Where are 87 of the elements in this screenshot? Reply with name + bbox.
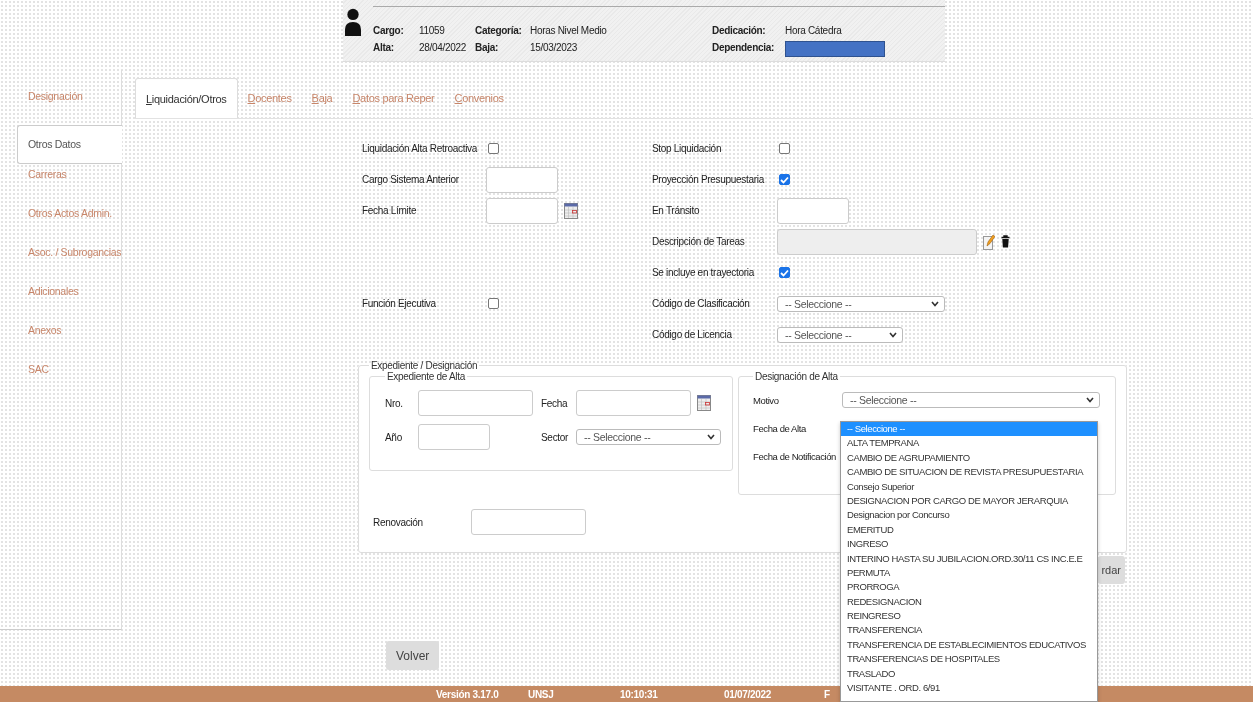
dropdown-option[interactable]: Consejo Superior (841, 479, 1097, 494)
field-label: Alta: (373, 42, 395, 53)
chevron-down-icon (931, 300, 939, 307)
field-label: Año (385, 431, 402, 443)
field-label: Nro. (385, 397, 403, 409)
field-label: Fecha de Notificación (753, 450, 836, 462)
description-field[interactable] (777, 228, 977, 255)
dropdown-option[interactable]: DESIGNACION POR CARGO DE MAYOR JERARQUIA (841, 493, 1097, 509)
calendar-icon[interactable] (564, 202, 578, 219)
checkbox[interactable] (779, 267, 790, 278)
footer-text: 01/07/2022 (724, 688, 773, 700)
dropdown-option[interactable]: VISITANTE . ORD. 6/91 (841, 681, 1097, 696)
date-field[interactable] (576, 390, 691, 416)
check-icon (780, 268, 789, 277)
dropdown-option[interactable]: PERMUTA (841, 565, 1097, 581)
field-label: Proyección Presupuestaria (652, 174, 764, 185)
date-field[interactable] (486, 197, 558, 224)
person-icon (345, 7, 361, 37)
field-value: 11059 (419, 25, 445, 36)
field-label: Dependencia: (712, 42, 775, 53)
field-label: Código de Licencia (652, 329, 732, 340)
chevron-down-icon (889, 331, 897, 338)
input-field[interactable] (486, 166, 558, 193)
field-label: Liquidación Alta Retroactiva (362, 143, 477, 154)
field-label: Motivo (753, 394, 779, 406)
checkbox[interactable] (779, 143, 790, 154)
trash-icon[interactable] (1001, 235, 1010, 248)
input-field[interactable] (418, 424, 490, 450)
field-label: Cargo Sistema Anterior (362, 174, 459, 185)
dropdown-option[interactable]: Designacion por Concurso (841, 508, 1097, 523)
dropdown-option[interactable]: TRANSFERENCIAS DE HOSPITALES (841, 652, 1097, 667)
dropdown-option[interactable]: PRORROGA (841, 580, 1097, 595)
dropdown-option[interactable]: TRANSFERENCIA DE ESTABLECIMIENTOS EDUCATIVOS (841, 637, 1097, 653)
dropdown-option[interactable]: INGRESO (841, 537, 1097, 552)
field-label: Se incluye en trayectoria (652, 267, 754, 278)
field-label: Stop Liquidación (652, 143, 722, 154)
edit-icon[interactable] (983, 233, 995, 250)
footer-text: Versión 3.17.0 (436, 688, 500, 700)
tab[interactable]: Liquidación/Otros (135, 78, 238, 118)
field-value: 28/04/2022 (419, 42, 467, 53)
dropdown-option[interactable]: TRANSFERENCIA (841, 623, 1097, 638)
dropdown-option[interactable]: ALTA TEMPRANA (841, 436, 1097, 451)
field-label: Fecha (541, 397, 568, 409)
field-label: Renovación (373, 516, 424, 528)
sidebar-item[interactable]: Otros Datos (17, 125, 122, 164)
dropdown-option[interactable]: REINGRESO (841, 609, 1097, 624)
checkbox[interactable] (779, 174, 790, 185)
select-field[interactable]: -- Seleccione -- (842, 392, 1100, 408)
field-label: Descripción de Tareas (652, 236, 745, 247)
field-value: Horas Nivel Medio (530, 25, 607, 36)
select-field[interactable]: -- Seleccione -- (576, 429, 721, 445)
fieldset-title: Designación de Alta (754, 371, 839, 382)
chevron-down-icon (1086, 397, 1094, 403)
field-label: Fecha de Alta (753, 422, 806, 434)
dropdown-option[interactable]: INTERINO HASTA SU JUBILACION.ORD.30/11 CS INC.E.E (841, 551, 1097, 566)
field-label: Fecha Límite (362, 205, 417, 216)
field-label: Baja: (475, 42, 499, 53)
save-button[interactable]: rdar (1098, 556, 1125, 584)
input-field[interactable] (777, 197, 849, 224)
input-field[interactable] (471, 509, 586, 535)
fieldset-title: Expediente de Alta (387, 371, 466, 382)
checkbox[interactable] (488, 298, 499, 309)
field-label: Categoría: (475, 25, 523, 36)
field-label: Código de Clasificación (652, 298, 750, 309)
select-field[interactable]: -- Seleccione -- (777, 326, 903, 343)
dropdown-option[interactable]: TRASLADO (841, 666, 1097, 682)
dropdown-option[interactable]: REDESIGNACION (841, 594, 1097, 610)
footer-text: UNSJ (528, 688, 555, 700)
field-value: 15/03/2023 (530, 42, 578, 53)
field-label: Función Ejecutiva (362, 298, 436, 309)
field-label: Sector (541, 431, 569, 443)
field-value: Hora Cátedra (785, 25, 842, 36)
footer-text: 10:10:31 (620, 688, 659, 700)
input-field[interactable] (418, 390, 533, 416)
field-label: En Tránsito (652, 205, 700, 216)
field-label: Cargo: (373, 25, 405, 36)
checkbox[interactable] (488, 143, 499, 154)
dropdown-option[interactable]: EMERITUD (841, 522, 1097, 538)
calendar-icon[interactable] (697, 395, 711, 411)
field-label: Dedicación: (712, 25, 767, 36)
dropdown-option[interactable]: CAMBIO DE AGRUPAMIENTO (841, 450, 1097, 466)
chevron-down-icon (707, 434, 715, 440)
dropdown-option[interactable]: CAMBIO DE SITUACION DE REVISTA PRESUPUESTARIA (841, 465, 1097, 480)
check-icon (780, 175, 789, 184)
select-field[interactable]: -- Seleccione -- (777, 295, 945, 312)
fieldset-title: Expediente / Designación (370, 360, 479, 371)
back-button[interactable]: Volver (386, 641, 440, 670)
